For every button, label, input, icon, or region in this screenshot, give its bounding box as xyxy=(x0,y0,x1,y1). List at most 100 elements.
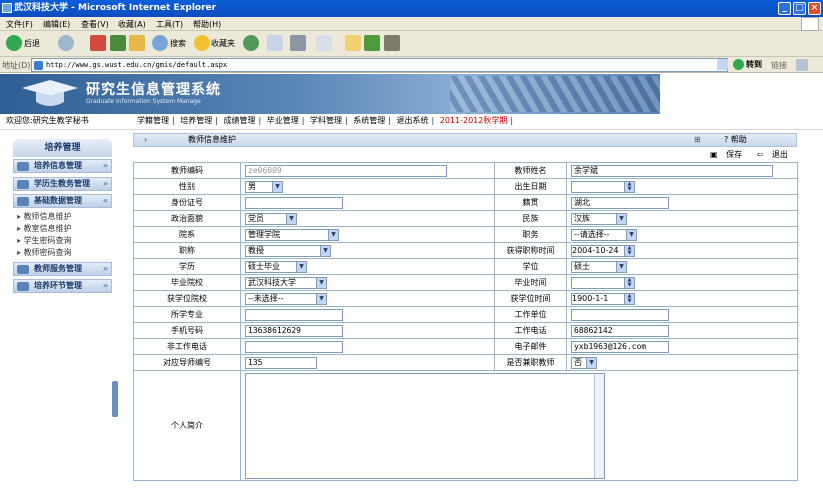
sidebar-item-student-password[interactable]: 学生密码查询 xyxy=(17,235,72,246)
go-arrow-icon[interactable] xyxy=(733,59,744,70)
favorites-button[interactable]: 收藏夹 xyxy=(211,36,235,52)
sidebar-item-teacher-password[interactable]: 教师密码查询 xyxy=(17,247,72,258)
nav-graduation[interactable]: 毕业管理 xyxy=(267,116,299,125)
exit-button[interactable]: ⇦ 退出 xyxy=(757,150,794,159)
major-input[interactable] xyxy=(245,308,343,321)
form-row: 性别 男 ▼ 出生日期 ▲ ▼ xyxy=(133,178,798,195)
nav-system[interactable]: 系统管理 xyxy=(353,116,385,125)
minimize-button[interactable]: _ xyxy=(778,2,791,15)
current-term: 2011-2012秋学期 xyxy=(439,116,508,125)
form-row: 所学专业 工作单位 xyxy=(133,306,798,323)
menu-help[interactable]: 帮助(H) xyxy=(193,19,221,30)
field-label: 职务 xyxy=(494,226,567,243)
save-button[interactable]: ▣ 保存 xyxy=(710,150,748,159)
education-select[interactable]: 硕士毕业 ▼ xyxy=(245,260,307,273)
address-bar: 地址(D) http://www.gs.wust.edu.cn/gmis/def… xyxy=(0,57,823,73)
email-input[interactable]: yxb1963@126.com xyxy=(571,340,669,353)
system-subtitle: Graduate Information System Manage xyxy=(86,98,201,105)
history-icon[interactable] xyxy=(243,35,259,51)
favorites-star-icon[interactable] xyxy=(194,35,210,51)
back-arrow-icon[interactable] xyxy=(6,35,22,51)
print-icon[interactable] xyxy=(290,35,306,51)
advisor-number-input[interactable]: 135 xyxy=(245,356,317,369)
dropdown-arrow-icon: ▼ xyxy=(328,229,338,240)
group-icon xyxy=(17,265,29,274)
maximize-button[interactable]: □ xyxy=(793,2,806,15)
degree-date-picker[interactable]: 1900-1-1 ▲ ▼ xyxy=(571,292,635,305)
messenger-icon[interactable] xyxy=(364,35,380,51)
help-link[interactable]: ? 帮助 xyxy=(724,134,747,146)
links-settings-icon[interactable] xyxy=(796,59,808,71)
nonwork-phone-input[interactable] xyxy=(245,340,343,353)
address-dropdown-icon[interactable] xyxy=(717,59,728,70)
form-row: 非工作电话 电子邮件 yxb1963@126.com xyxy=(133,338,798,355)
forward-arrow-icon[interactable] xyxy=(58,35,74,51)
dropdown-arrow-icon: ▼ xyxy=(616,213,626,224)
field-label: 所学专业 xyxy=(133,306,241,323)
sidebar-collapse-handle[interactable] xyxy=(112,381,118,417)
intro-textarea[interactable] xyxy=(245,372,605,479)
title-time-value: 2004-10-24 xyxy=(572,245,619,255)
address-input[interactable]: http://www.gs.wust.edu.cn/gmis/default.a… xyxy=(31,58,728,72)
nav-grades[interactable]: 成绩管理 xyxy=(224,116,256,125)
nav-student-records[interactable]: 学籍管理 xyxy=(137,116,169,125)
search-button[interactable]: 搜索 xyxy=(170,36,186,52)
gender-select[interactable]: 男 ▼ xyxy=(245,180,283,193)
menu-view[interactable]: 查看(V) xyxy=(81,19,109,30)
degree-school-select[interactable]: --未选择-- ▼ xyxy=(245,292,327,305)
search-icon[interactable] xyxy=(152,35,168,51)
links-label[interactable]: 链接 xyxy=(771,60,787,71)
field-label: 教师编码 xyxy=(133,162,241,179)
post-select[interactable]: --请选择-- ▼ xyxy=(571,228,637,241)
mail-icon[interactable] xyxy=(267,35,283,51)
menu-edit[interactable]: 编辑(E) xyxy=(43,19,70,30)
nav-discipline[interactable]: 学科管理 xyxy=(310,116,342,125)
sidebar-group-basic-data[interactable]: 基础数据管理 « xyxy=(13,194,112,208)
sidebar-group-academic[interactable]: 学历生教务管理 » xyxy=(13,177,112,191)
sidebar-item-teacher-info[interactable]: 教师信息维护 xyxy=(17,211,72,222)
idcard-input[interactable] xyxy=(245,196,343,209)
ethnic-select[interactable]: 汉族 ▼ xyxy=(571,212,627,225)
field-label: 性别 xyxy=(133,178,241,195)
home-icon[interactable] xyxy=(129,35,145,51)
title-date-picker[interactable]: 2004-10-24 ▲ ▼ xyxy=(571,244,635,257)
native-place-input[interactable]: 湖北 xyxy=(571,196,669,209)
back-button[interactable]: 后退 xyxy=(24,36,40,52)
site-banner: 研究生信息管理系统 Graduate Information System Ma… xyxy=(0,74,823,114)
field-label: 籍贯 xyxy=(494,194,567,211)
political-select[interactable]: 党员 ▼ xyxy=(245,212,297,225)
research-icon[interactable] xyxy=(384,35,400,51)
folder-icon[interactable] xyxy=(345,35,361,51)
title-select[interactable]: 教授 ▼ xyxy=(245,244,331,257)
form-row: 个人简介 xyxy=(133,370,798,481)
birth-date-picker[interactable]: ▲ ▼ xyxy=(571,180,635,193)
sidebar-group-teacher-service[interactable]: 教师服务管理 » xyxy=(13,262,112,276)
department-select[interactable]: 管理学院 ▼ xyxy=(245,228,339,241)
go-button[interactable]: 转到 xyxy=(746,58,762,72)
textarea-scrollbar[interactable] xyxy=(594,373,604,478)
refresh-icon[interactable] xyxy=(110,35,126,51)
nav-training[interactable]: 培养管理 xyxy=(180,116,212,125)
close-button[interactable]: × xyxy=(808,2,821,15)
teacher-id-input[interactable]: ze06009 xyxy=(245,164,447,177)
sidebar-group-training-steps[interactable]: 培养环节管理 » xyxy=(13,279,112,293)
grad-date-picker[interactable]: ▲ ▼ xyxy=(571,276,635,289)
sidebar-group-training-info[interactable]: 培养信息管理 » xyxy=(13,159,112,173)
sidebar-item-classroom-info[interactable]: 教室信息维护 xyxy=(17,223,72,234)
arrow-right-icon: › xyxy=(144,135,148,144)
mobile-input[interactable]: 13638612629 xyxy=(245,324,343,337)
degree-select[interactable]: 硕士 ▼ xyxy=(571,260,627,273)
field-label: 教师姓名 xyxy=(494,162,567,179)
parttime-select[interactable]: 否 ▼ xyxy=(571,356,597,369)
work-phone-input[interactable]: 68862142 xyxy=(571,324,669,337)
menu-file[interactable]: 文件(F) xyxy=(6,19,33,30)
work-unit-input[interactable] xyxy=(571,308,669,321)
edit-icon[interactable] xyxy=(316,35,332,51)
menu-tools[interactable]: 工具(T) xyxy=(156,19,183,30)
stop-icon[interactable] xyxy=(90,35,106,51)
menu-favorites[interactable]: 收藏(A) xyxy=(118,19,146,30)
nav-logout[interactable]: 退出系统 xyxy=(397,116,429,125)
teacher-name-input[interactable]: 余学斌 xyxy=(571,164,773,177)
grad-school-value: 武汉科技大学 xyxy=(248,277,296,287)
grad-school-select[interactable]: 武汉科技大学 ▼ xyxy=(245,276,327,289)
